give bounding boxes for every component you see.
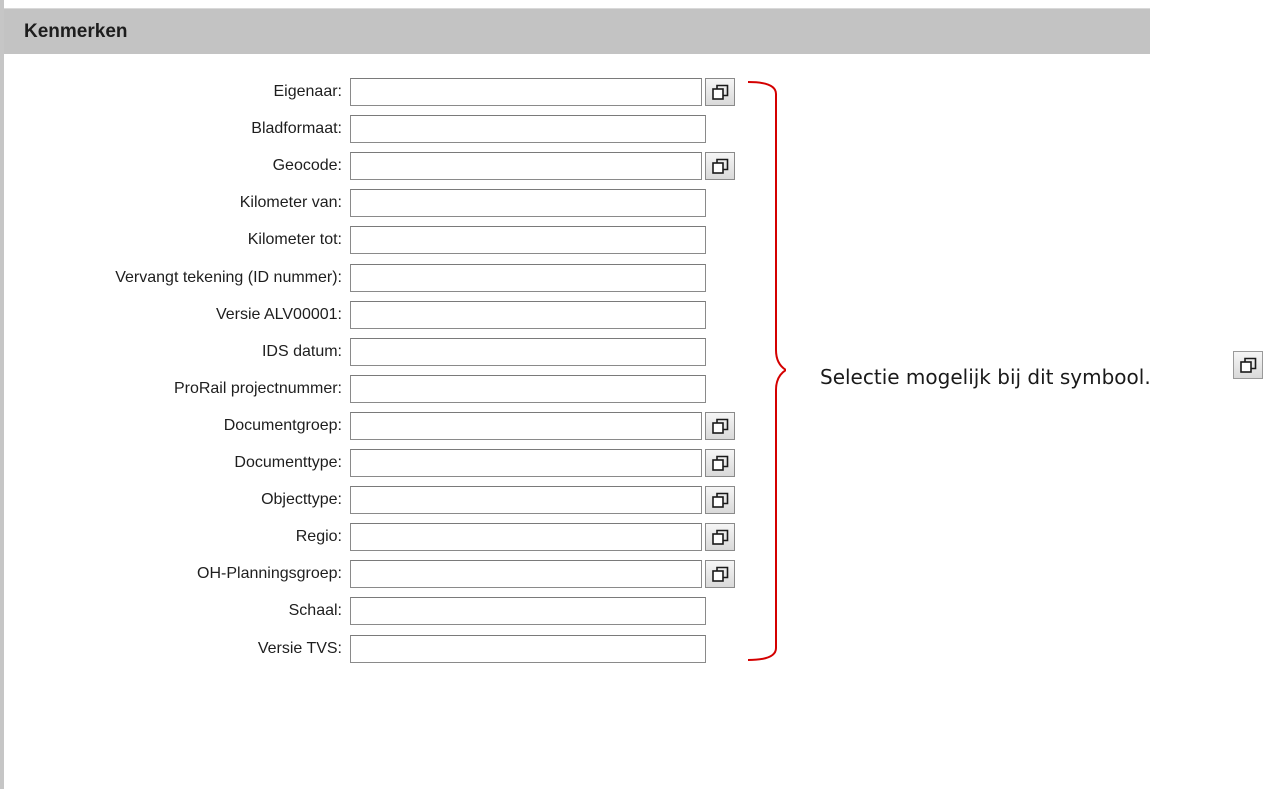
form-row: Documenttype:: [4, 449, 764, 482]
field-input[interactable]: [350, 264, 706, 292]
selection-window-button[interactable]: [705, 523, 735, 551]
field-label: Documenttype:: [234, 454, 342, 471]
field-input[interactable]: [350, 301, 706, 329]
field-label: Kilometer tot:: [247, 231, 342, 248]
form-row: IDS datum:: [4, 338, 764, 371]
legend-text: Selectie mogelijk bij dit symbool.: [820, 365, 1151, 389]
form-row: Eigenaar:: [4, 78, 764, 111]
form-row: Geocode:: [4, 152, 764, 185]
form-row: Versie ALV00001:: [4, 301, 764, 334]
selection-window-button[interactable]: [705, 152, 735, 180]
field-label: ProRail projectnummer:: [173, 380, 342, 397]
form-row: Bladformaat:: [4, 115, 764, 148]
selection-window-button[interactable]: [705, 412, 735, 440]
field-label: Versie TVS:: [257, 640, 342, 657]
selection-window-button[interactable]: [705, 560, 735, 588]
field-input[interactable]: [350, 486, 702, 514]
form-row: OH-Planningsgroep:: [4, 560, 764, 593]
selection-window-button[interactable]: [705, 78, 735, 106]
panel-header: Kenmerken: [4, 8, 1150, 54]
panel-title: Kenmerken: [24, 21, 128, 42]
form-row: Vervangt tekening (ID nummer):: [4, 264, 764, 297]
field-input[interactable]: [350, 597, 706, 625]
form-row: Versie TVS:: [4, 635, 764, 668]
selection-window-button[interactable]: [705, 486, 735, 514]
kenmerken-panel: Kenmerken Eigenaar: Bladformaat: Geocode: K…: [0, 0, 1150, 789]
form-row: Schaal:: [4, 597, 764, 630]
field-input[interactable]: [350, 338, 706, 366]
field-label: Vervangt tekening (ID nummer):: [115, 269, 342, 286]
field-input[interactable]: [350, 412, 702, 440]
field-label: Schaal:: [288, 602, 342, 619]
field-input[interactable]: [350, 523, 702, 551]
form-row: Regio:: [4, 523, 764, 556]
field-label: Objecttype:: [261, 491, 342, 508]
field-label: OH-Planningsgroep:: [197, 565, 342, 582]
field-label: Bladformaat:: [251, 120, 342, 137]
field-input[interactable]: [350, 560, 702, 588]
selection-window-icon: [1233, 351, 1263, 379]
field-input[interactable]: [350, 226, 706, 254]
field-label: Eigenaar:: [273, 83, 343, 100]
field-input[interactable]: [350, 449, 702, 477]
field-label: Kilometer van:: [239, 194, 342, 211]
form-row: Objecttype:: [4, 486, 764, 519]
form-row: Documentgroep:: [4, 412, 764, 445]
field-label: Geocode:: [272, 157, 342, 174]
field-input[interactable]: [350, 635, 706, 663]
field-input[interactable]: [350, 189, 706, 217]
form-row: ProRail projectnummer:: [4, 375, 764, 408]
field-input[interactable]: [350, 78, 702, 106]
selection-window-button[interactable]: [705, 449, 735, 477]
form-row: Kilometer tot:: [4, 226, 764, 259]
field-input[interactable]: [350, 115, 706, 143]
field-input[interactable]: [350, 375, 706, 403]
field-label: Versie ALV00001:: [215, 306, 342, 323]
field-input[interactable]: [350, 152, 702, 180]
field-label: IDS datum:: [261, 343, 342, 360]
red-brace-annotation: [747, 81, 786, 661]
field-label: Regio:: [295, 528, 342, 545]
form-row: Kilometer van:: [4, 189, 764, 222]
field-label: Documentgroep:: [223, 417, 342, 434]
